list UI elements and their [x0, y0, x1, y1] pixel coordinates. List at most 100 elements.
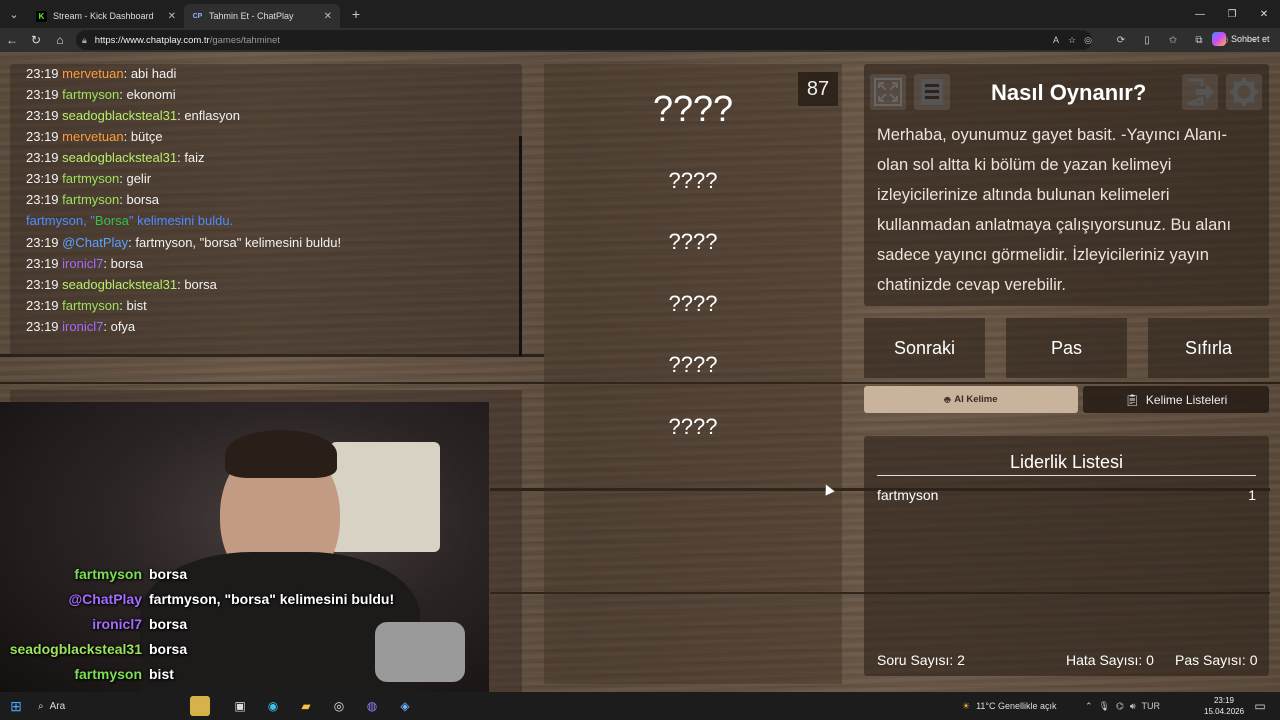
system-tray: ⌃ 🎙︎ ⌬ 🔊︎ TUR [1082, 696, 1163, 716]
file-explorer-icon[interactable]: ▰ [296, 696, 316, 716]
new-tab-button[interactable]: + [344, 6, 368, 22]
refresh-icon[interactable]: ↻ [24, 28, 48, 52]
chat-notice: fartmyson, "Borsa" kelimesini buldu. [26, 213, 233, 228]
fullscreen-button[interactable] [870, 74, 906, 110]
extensions-refresh-icon[interactable]: ⟳ [1108, 35, 1134, 46]
chat-username[interactable]: fartmyson [62, 298, 119, 313]
notes-button[interactable] [914, 74, 950, 110]
chat-username[interactable]: mervetuan [62, 129, 123, 144]
chat-message: 23:19 ironicl7: ofya [26, 319, 135, 334]
taskbar-clock[interactable]: 23:19 15.04.2026 [1204, 695, 1244, 717]
url-input[interactable]: 🔒︎ https://www.chatplay.com.tr/games/tah… [76, 30, 1092, 50]
url-host: https://www.chatplay.com.tr [94, 34, 210, 46]
speaker-icon[interactable]: 🔊︎ [1130, 701, 1136, 712]
reset-button[interactable]: Sıfırla [1148, 318, 1269, 378]
chat-message: 23:19 seadogblacksteal31: borsa [26, 277, 217, 292]
chatplay-logo-icon: CP [192, 12, 203, 20]
chat-message: 23:19 @ChatPlay: fartmyson, "borsa" keli… [26, 235, 341, 250]
chat-timestamp: 23:19 [26, 192, 59, 207]
restore-icon[interactable]: ❐ [1216, 0, 1248, 28]
tab-word-lists[interactable]: 📋︎ Kelime Listeleri [1083, 386, 1269, 413]
back-icon[interactable]: ← [0, 28, 24, 52]
leaderboard-divider [877, 475, 1256, 476]
copilot-button[interactable]: Sohbet et [1212, 32, 1270, 46]
tab-ai-word[interactable]: 🤖︎ AI Kelime [864, 386, 1078, 413]
task-view-icon[interactable]: ▣ [230, 696, 250, 716]
close-icon[interactable]: ✕ [168, 11, 176, 22]
settings-button[interactable] [1226, 74, 1262, 110]
favorites-icon[interactable]: ✩ [1160, 35, 1186, 46]
edge-icon[interactable]: ◉ [263, 696, 283, 716]
tab-list-icon[interactable]: ⌄ [0, 0, 28, 28]
collections-icon[interactable]: ⧉ [1186, 35, 1212, 46]
chat-text: : gelir [119, 171, 152, 186]
minimize-icon[interactable]: — [1184, 0, 1216, 28]
chat-username[interactable]: mervetuan [62, 66, 123, 81]
pass-button[interactable]: Pas [1006, 318, 1127, 378]
tray-chevron-icon[interactable]: ⌃ [1085, 701, 1093, 712]
home-icon[interactable]: ⌂ [48, 28, 72, 52]
leaderboard-entry-score: 1 [1248, 487, 1256, 503]
chat-timestamp: 23:19 [26, 277, 59, 292]
chat-username[interactable]: fartmyson [62, 171, 119, 186]
weather-widget[interactable]: ☀︎ 11°C Genellikle açık [962, 696, 1057, 716]
notifications-icon[interactable]: ▭ [1250, 696, 1270, 716]
overlay-text: borsa [149, 566, 188, 582]
forbidden-word: ???? [668, 229, 718, 254]
overlay-username: ironicl7 [92, 616, 142, 632]
discord-icon[interactable]: ◍ [362, 696, 382, 716]
chat-message: 23:19 fartmyson: borsa [26, 192, 159, 207]
chat-scrollbar[interactable] [519, 136, 522, 356]
tracking-icon[interactable]: ◎ [1080, 30, 1096, 50]
next-button[interactable]: Sonraki [864, 318, 985, 378]
chat-message: 23:19 fartmyson: bist [26, 298, 147, 313]
chat-timestamp: 23:19 [26, 150, 59, 165]
chat-username[interactable]: fartmyson [62, 192, 119, 207]
error-count: Hata Sayısı: 0 [1066, 652, 1154, 668]
chat-timestamp: 23:19 [26, 298, 59, 313]
overlay-text: borsa [149, 616, 188, 632]
pass-count: Pas Sayısı: 0 [1175, 652, 1258, 668]
lock-icon[interactable]: 🔒︎ [82, 35, 87, 46]
chat-message: 23:19 fartmyson: ekonomi [26, 87, 176, 102]
widget-icon[interactable] [190, 696, 210, 716]
chat-timestamp: 23:19 [26, 87, 59, 102]
window-controls: — ❐ ✕ [1184, 0, 1280, 28]
taskbar-search[interactable]: ⌕ Ara [38, 696, 65, 716]
microphone-icon[interactable]: 🎙︎ [1099, 701, 1110, 712]
forbidden-word: ???? [668, 291, 718, 316]
chat-username[interactable]: seadogblacksteal31 [62, 108, 177, 123]
chat-username[interactable]: @ChatPlay [62, 235, 128, 250]
windows-start-icon[interactable]: ⊞ [6, 696, 26, 716]
chat-username[interactable]: ironicl7 [62, 256, 103, 271]
favorite-star-icon[interactable]: ☆ [1064, 30, 1080, 50]
tab-chatplay[interactable]: CP Tahmin Et - ChatPlay ✕ [184, 4, 340, 28]
steam-icon[interactable]: ◈ [395, 696, 415, 716]
tab-kick-dashboard[interactable]: K Stream - Kick Dashboard ✕ [28, 4, 184, 28]
clock-date: 15.04.2026 [1204, 707, 1245, 716]
chat-username[interactable]: seadogblacksteal31 [62, 277, 177, 292]
network-icon[interactable]: ⌬ [1116, 701, 1124, 712]
obs-icon[interactable]: ◎ [329, 696, 349, 716]
chat-text: : ofya [103, 319, 136, 334]
chat-text: : borsa [177, 277, 217, 292]
document-icon [921, 79, 943, 105]
how-to-play-text: Merhaba, oyunumuz gayet basit. -Yayıncı … [877, 126, 1232, 294]
chat-username[interactable]: fartmyson [62, 87, 119, 102]
overlay-username: @ChatPlay [68, 591, 142, 607]
close-icon[interactable]: ✕ [324, 11, 332, 22]
gear-icon [1230, 78, 1258, 106]
language-indicator[interactable]: TUR [1142, 701, 1161, 711]
chat-username[interactable]: ironicl7 [62, 319, 103, 334]
clock-time: 23:19 [1213, 696, 1235, 705]
taskbar-search-label: Ara [49, 700, 66, 712]
chat-timestamp: 23:19 [26, 319, 59, 334]
split-screen-icon[interactable]: ▯ [1134, 35, 1160, 46]
close-window-icon[interactable]: ✕ [1248, 0, 1280, 28]
read-aloud-icon[interactable]: A [1048, 30, 1064, 50]
weather-text: 11°C Genellikle açık [976, 701, 1057, 711]
chat-username[interactable]: seadogblacksteal31 [62, 150, 177, 165]
tab-ai-word-label: AI Kelime [954, 394, 998, 405]
chat-message: 23:19 mervetuan: abi hadi [26, 66, 176, 81]
logout-button[interactable] [1182, 74, 1218, 110]
